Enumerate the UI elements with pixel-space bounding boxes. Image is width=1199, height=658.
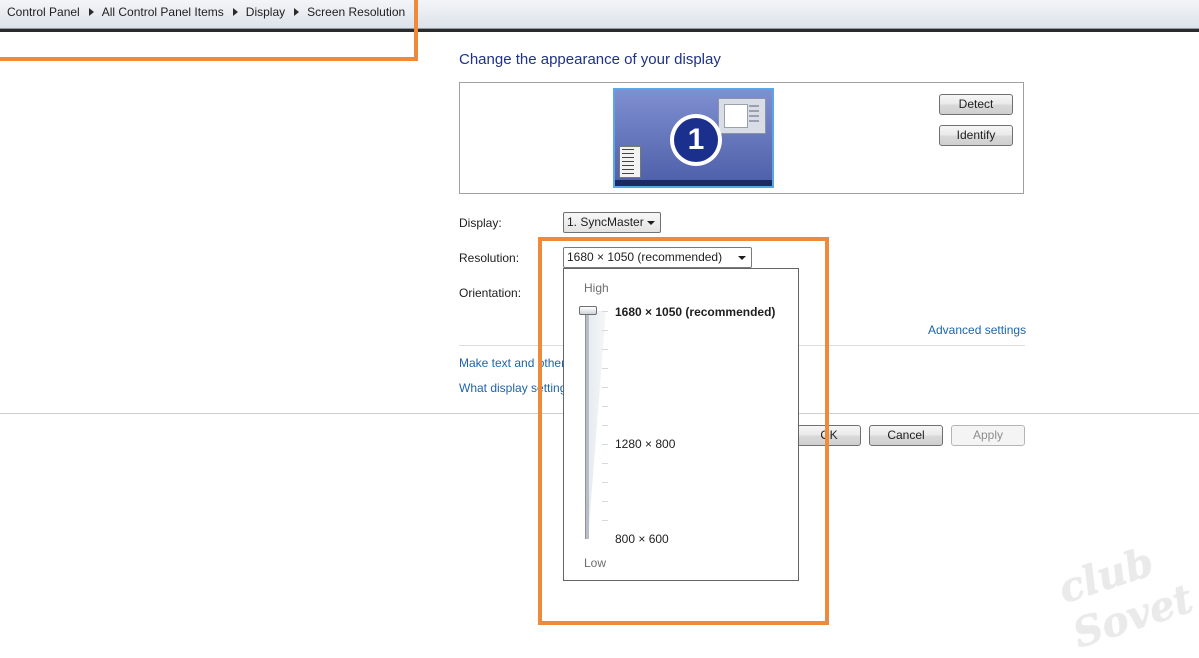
breadcrumb-display[interactable]: Display [246, 5, 285, 19]
identify-button[interactable]: Identify [939, 125, 1013, 146]
detect-button[interactable]: Detect [939, 94, 1013, 115]
gadget-thumbnail-icon [619, 146, 641, 178]
slider-low-label: Low [584, 556, 607, 570]
taskbar-thumbnail [615, 180, 772, 186]
advanced-settings-link[interactable]: Advanced settings [928, 323, 1026, 337]
monitor-number: 1 [674, 118, 718, 162]
breadcrumb-control-panel[interactable]: Control Panel [7, 5, 80, 19]
cancel-button[interactable]: Cancel [869, 425, 943, 446]
slider-ticks [602, 311, 608, 539]
chevron-right-icon[interactable] [294, 8, 300, 16]
chevron-right-icon[interactable] [232, 8, 238, 16]
display-select-value: 1. SyncMaster [567, 215, 644, 229]
chevron-down-icon [647, 221, 655, 225]
resolution-option[interactable]: 800 × 600 [615, 532, 669, 546]
window-thumbnail-icon [718, 98, 766, 134]
resolution-label: Resolution: [459, 251, 520, 265]
address-bar[interactable]: Control Panel All Control Panel Items Di… [0, 0, 1199, 32]
resolution-select-value: 1680 × 1050 (recommended) [567, 250, 723, 264]
chevron-right-icon[interactable] [88, 8, 94, 16]
apply-button[interactable]: Apply [951, 425, 1025, 446]
text-size-link[interactable]: Make text and other [459, 356, 564, 370]
display-select[interactable]: 1. SyncMaster [563, 212, 661, 233]
slider-track[interactable] [585, 309, 589, 539]
monitor-icon[interactable]: 1 [613, 88, 774, 188]
resolution-slider-popup: High 1680 × 1050 (recommended) 1280 × 80… [563, 268, 799, 581]
resolution-option[interactable]: 1680 × 1050 (recommended) [615, 305, 775, 319]
breadcrumb-screen-resolution[interactable]: Screen Resolution [307, 5, 405, 19]
breadcrumb: Control Panel All Control Panel Items Di… [7, 5, 405, 19]
chevron-down-icon [738, 256, 746, 260]
ok-button[interactable]: OK [797, 425, 861, 446]
orientation-label: Orientation: [459, 286, 522, 300]
resolution-select[interactable]: 1680 × 1050 (recommended) [563, 247, 752, 268]
breadcrumb-all-items[interactable]: All Control Panel Items [102, 5, 224, 19]
monitor-number-badge: 1 [670, 114, 722, 166]
what-settings-link[interactable]: What display setting [459, 381, 564, 395]
page-title: Change the appearance of your display [459, 51, 721, 68]
slider-high-label: High [584, 281, 609, 295]
display-label: Display: [459, 216, 502, 230]
slider-thumb[interactable] [579, 306, 597, 315]
watermark-logo: club Sovet [1052, 538, 1199, 658]
resolution-option[interactable]: 1280 × 800 [615, 437, 675, 451]
